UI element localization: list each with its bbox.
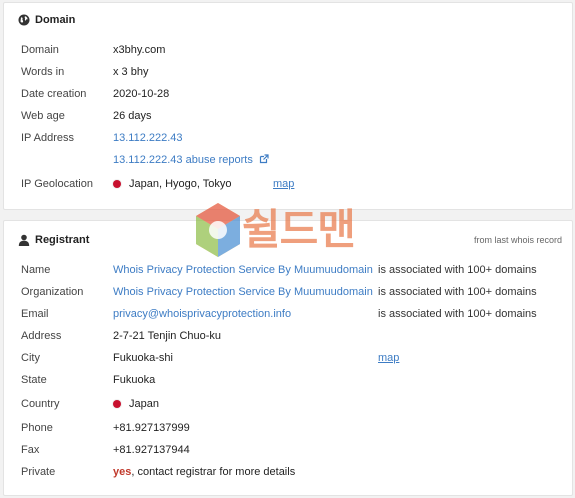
geolocation-value: Japan, Hyogo, Tokyo: [129, 178, 232, 190]
japan-flag-icon: [113, 180, 121, 188]
globe-icon: [18, 14, 30, 26]
city-map-link[interactable]: map: [378, 350, 399, 366]
email-association: is associated with 100+ domains: [378, 308, 537, 320]
phone-label: Phone: [21, 422, 53, 434]
geolocation-value-wrap: Japan, Hyogo, Tokyo: [113, 176, 232, 192]
name-value-link[interactable]: Whois Privacy Protection Service By Muum…: [113, 262, 373, 278]
organization-association: is associated with 100+ domains: [378, 286, 537, 298]
private-value: yes, contact registrar for more details: [113, 464, 295, 480]
country-value: Japan: [129, 398, 159, 410]
japan-flag-icon: [113, 400, 121, 408]
ip-label: IP Address: [21, 132, 74, 144]
state-value: Fukuoka: [113, 374, 156, 386]
city-value: Fukuoka-shi: [113, 352, 173, 364]
web-age-label: Web age: [21, 110, 65, 122]
geolocation-map-link[interactable]: map: [273, 176, 294, 192]
address-label: Address: [21, 330, 62, 342]
address-value: 2-7-21 Tenjin Chuo-ku: [113, 330, 222, 342]
state-label: State: [21, 374, 47, 386]
fax-value: +81.927137944: [113, 444, 190, 456]
private-yes: yes: [113, 466, 132, 478]
fax-label: Fax: [21, 444, 40, 456]
registrant-panel-title: Registrant: [35, 234, 90, 246]
registrant-panel: Registrant from last whois record Name W…: [3, 220, 573, 496]
words-label: Words in: [21, 66, 65, 78]
ip-address-link[interactable]: 13.112.222.43: [113, 130, 183, 146]
country-value-wrap: Japan: [113, 396, 159, 412]
email-value-link[interactable]: privacy@whoisprivacyprotection.info: [113, 306, 291, 322]
email-label: Email: [21, 308, 49, 320]
organization-value-link[interactable]: Whois Privacy Protection Service By Muum…: [113, 284, 373, 300]
domain-label: Domain: [21, 44, 59, 56]
words-value: x 3 bhy: [113, 66, 149, 78]
user-icon: [18, 234, 30, 246]
domain-panel: Domain Domain x3bhy.com Words in x 3 bhy…: [3, 2, 573, 210]
name-association: is associated with 100+ domains: [378, 264, 537, 276]
private-label: Private: [21, 466, 56, 478]
abuse-link-wrap[interactable]: 13.112.222.43 abuse reports: [113, 152, 269, 168]
domain-panel-heading: Domain: [18, 14, 75, 26]
geolocation-label: IP Geolocation: [21, 178, 93, 190]
city-label: City: [21, 352, 40, 364]
external-link-icon: [259, 154, 269, 164]
registrant-panel-heading: Registrant: [18, 234, 89, 246]
organization-label: Organization: [21, 286, 84, 298]
domain-value: x3bhy.com: [113, 44, 166, 56]
creation-label: Date creation: [21, 88, 87, 100]
private-rest: , contact registrar for more details: [131, 466, 296, 478]
domain-panel-title: Domain: [35, 14, 76, 26]
creation-value: 2020-10-28: [113, 88, 170, 100]
country-label: Country: [21, 398, 60, 410]
abuse-reports-link[interactable]: 13.112.222.43 abuse reports: [113, 154, 253, 166]
whois-record-note: from last whois record: [473, 235, 562, 245]
name-label: Name: [21, 264, 51, 276]
phone-value: +81.927137999: [113, 422, 190, 434]
web-age-value: 26 days: [113, 110, 152, 122]
